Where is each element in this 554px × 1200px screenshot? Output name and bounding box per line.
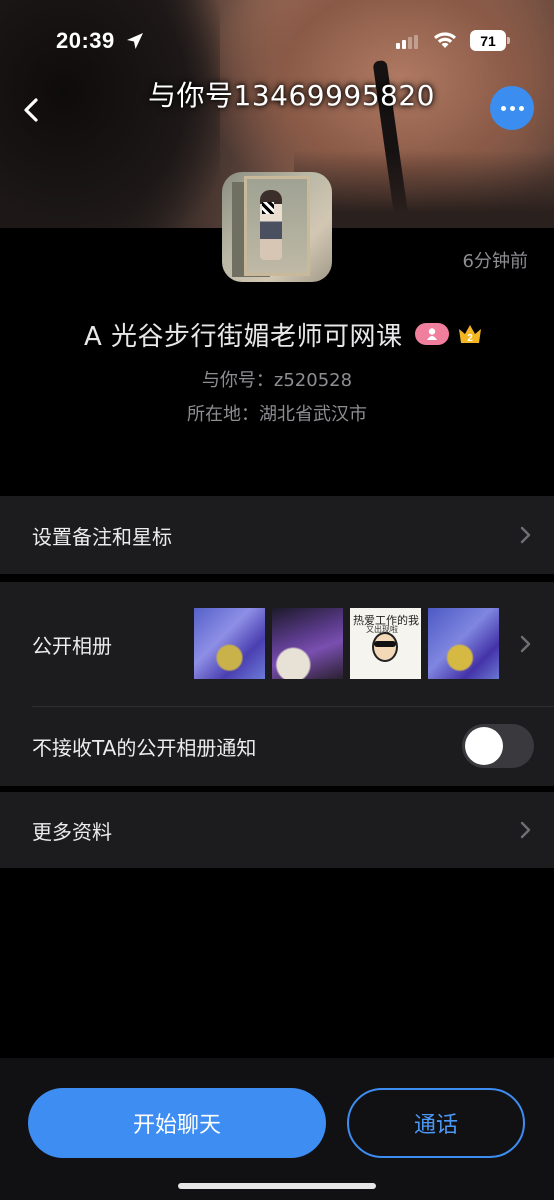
album-thumbnail[interactable]	[428, 608, 499, 679]
remark-star-row[interactable]: 设置备注和星标	[0, 496, 554, 574]
cellular-signal-icon	[396, 35, 418, 49]
more-info-section: 更多资料	[0, 792, 554, 868]
avatar[interactable]	[222, 172, 332, 282]
avatar-mosaic-shape	[262, 202, 274, 214]
chevron-right-icon	[520, 821, 531, 839]
album-notify-toggle[interactable]	[462, 724, 534, 768]
battery-tip	[507, 37, 510, 44]
dot-icon	[509, 105, 515, 111]
back-button[interactable]	[14, 92, 50, 128]
cartoon-face-shape	[372, 632, 398, 662]
vip-level: 2	[467, 333, 473, 344]
female-icon	[426, 328, 437, 340]
call-button[interactable]: 通话	[347, 1088, 525, 1158]
nickname: A 光谷步行街媚老师可网课	[84, 321, 403, 352]
chevron-right-icon	[520, 526, 531, 544]
album-notify-label: 不接收TA的公开相册通知	[32, 736, 257, 760]
battery-indicator: 71	[470, 30, 506, 51]
status-time: 20:39	[56, 28, 115, 53]
cartoon-glasses-shape	[374, 641, 396, 647]
wifi-icon	[434, 32, 456, 48]
public-album-label: 公开相册	[32, 633, 112, 658]
remark-star-label: 设置备注和星标	[32, 524, 172, 549]
remark-section: 设置备注和星标	[0, 496, 554, 574]
avatar-figure-shape	[260, 190, 282, 260]
status-bar: 20:39 71	[0, 0, 554, 80]
vip-crown-icon: 2	[458, 325, 481, 344]
cover-shadow-shape	[294, 150, 554, 228]
chevron-right-icon	[520, 635, 531, 653]
more-info-label: 更多资料	[32, 819, 112, 844]
album-thumbnail[interactable]: 热爱工作的我 又出现啦	[350, 608, 421, 679]
start-chat-button[interactable]: 开始聊天	[28, 1088, 326, 1158]
home-indicator[interactable]	[178, 1183, 376, 1189]
more-info-row[interactable]: 更多资料	[0, 792, 554, 868]
dot-icon	[518, 105, 524, 111]
last-active-time: 6分钟前	[462, 251, 528, 272]
more-options-button[interactable]	[490, 86, 534, 130]
album-thumbnail[interactable]	[194, 608, 265, 679]
account-id: 与你号：z520528	[201, 370, 353, 391]
album-thumbnail[interactable]	[272, 608, 343, 679]
location-text: 所在地：湖北省武汉市	[187, 404, 367, 425]
gender-badge	[414, 323, 449, 345]
dot-icon	[500, 105, 506, 111]
toggle-knob	[465, 727, 503, 765]
nickname-row: A 光谷步行街媚老师可网课 2	[84, 314, 483, 354]
cover-title: 与你号13469995820	[148, 79, 435, 112]
album-thumbnails: 热爱工作的我 又出现啦	[194, 608, 499, 679]
location-arrow-icon	[127, 33, 143, 49]
